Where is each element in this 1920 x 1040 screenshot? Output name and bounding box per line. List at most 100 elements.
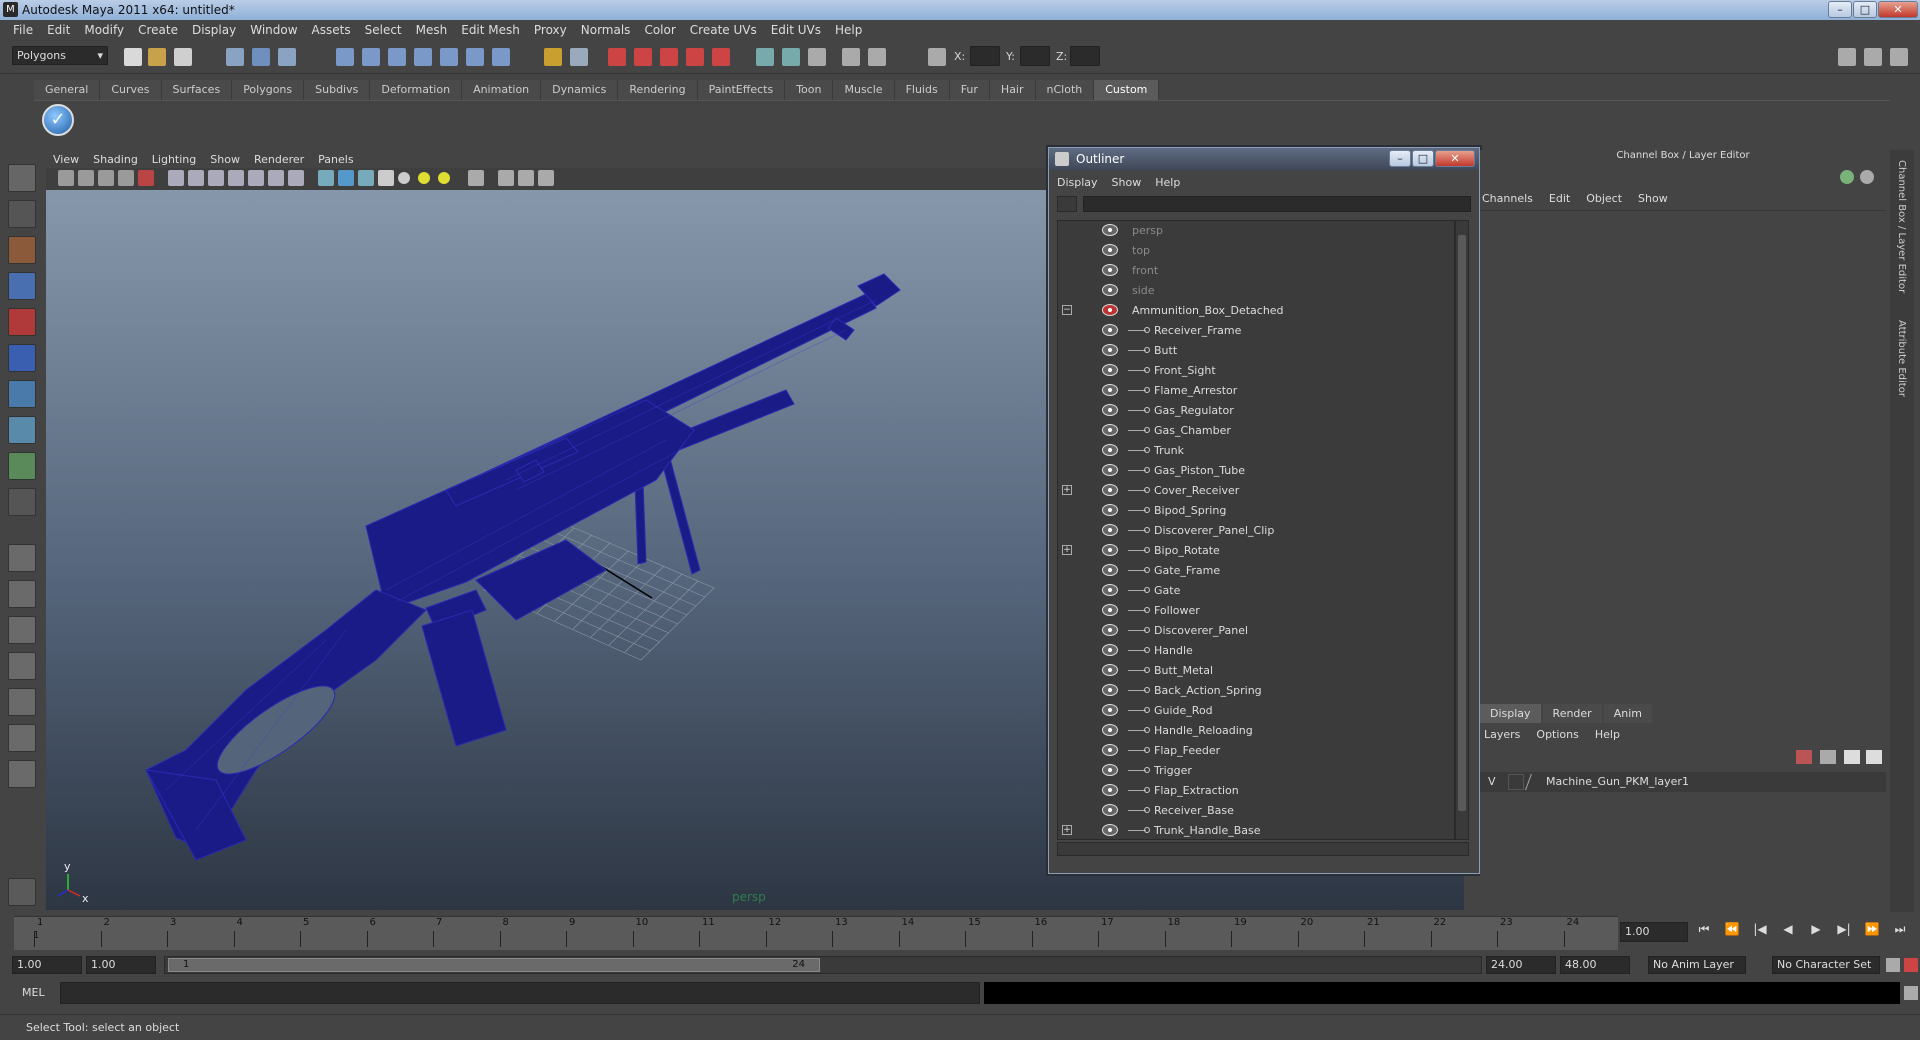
shelf-tab-fur[interactable]: Fur	[949, 80, 990, 100]
scale-tool-icon[interactable]	[8, 344, 36, 372]
outliner-camera-row[interactable]: top	[1058, 241, 1454, 261]
layer-color-swatch[interactable]	[1525, 774, 1545, 790]
shelf-tab-ncloth[interactable]: nCloth	[1035, 80, 1095, 100]
command-language-toggle[interactable]: MEL	[22, 986, 45, 999]
menu-file[interactable]: File	[6, 23, 40, 37]
select-tool-icon[interactable]	[8, 164, 36, 192]
viewport-menu-show[interactable]: Show	[203, 153, 247, 166]
transform-mode-icon[interactable]	[928, 48, 946, 66]
layout-menu-icon[interactable]	[8, 760, 36, 788]
menu-window[interactable]: Window	[243, 23, 304, 37]
soft-modification-tool-icon[interactable]	[8, 416, 36, 444]
select-camera-icon[interactable]	[58, 170, 74, 186]
new-layer-from-selection-icon[interactable]	[1820, 750, 1836, 764]
go-to-start-button[interactable]: ⏮	[1694, 922, 1714, 937]
lock-icon[interactable]	[544, 48, 562, 66]
menu-help[interactable]: Help	[828, 23, 869, 37]
layer-menu-help[interactable]: Help	[1595, 728, 1620, 741]
shadows-icon[interactable]	[438, 172, 450, 184]
outliner-menu-display[interactable]: Display	[1057, 176, 1098, 189]
two-d-pan-zoom-icon[interactable]	[138, 170, 154, 186]
wireframe-icon[interactable]	[318, 170, 334, 186]
playback-start-field[interactable]: 1.00	[86, 956, 156, 974]
outliner-mesh-row[interactable]: Discoverer_Panel	[1058, 621, 1454, 641]
outliner-group-row[interactable]: − Ammunition_Box_Detached	[1058, 301, 1454, 321]
outliner-mesh-row[interactable]: Flame_Arrestor	[1058, 381, 1454, 401]
outliner-menu-help[interactable]: Help	[1155, 176, 1180, 189]
expand-icon[interactable]: +	[1062, 825, 1072, 835]
smooth-shade-icon[interactable]	[338, 170, 354, 186]
x-field[interactable]	[970, 46, 1000, 66]
menu-color[interactable]: Color	[637, 23, 682, 37]
command-input[interactable]	[60, 982, 980, 1004]
isolate-select-icon[interactable]	[468, 170, 484, 186]
step-back-frame-button[interactable]: |◀	[1750, 922, 1770, 937]
z-field[interactable]	[1070, 46, 1100, 66]
outliner-filter-input[interactable]	[1083, 196, 1471, 212]
outliner-mesh-row[interactable]: Trigger	[1058, 761, 1454, 781]
universal-manipulator-icon[interactable]	[8, 380, 36, 408]
viewport-menu-lighting[interactable]: Lighting	[145, 153, 203, 166]
auto-key-icon[interactable]	[1886, 958, 1900, 972]
outliner-mesh-row[interactable]: Back_Action_Spring	[1058, 681, 1454, 701]
go-to-end-button[interactable]: ⏭	[1890, 922, 1910, 937]
shelf-tab-curves[interactable]: Curves	[100, 80, 162, 100]
outliner-mesh-row[interactable]: Discoverer_Panel_Clip	[1058, 521, 1454, 541]
shelf-tab-custom[interactable]: Custom	[1094, 80, 1160, 100]
default-lighting-icon[interactable]	[398, 172, 410, 184]
outliner-mesh-row[interactable]: Gate_Frame	[1058, 561, 1454, 581]
outliner-mesh-row[interactable]: Handle_Reloading	[1058, 721, 1454, 741]
outliner-mesh-row[interactable]: Flap_Feeder	[1058, 741, 1454, 761]
input-line-icon[interactable]	[756, 48, 774, 66]
relative-transform-icon[interactable]	[782, 48, 800, 66]
layer-tab-render[interactable]: Render	[1542, 704, 1602, 723]
shelf-tab-animation[interactable]: Animation	[462, 80, 542, 100]
shelf-tab-dynamics[interactable]: Dynamics	[541, 80, 619, 100]
checkmark-icon[interactable]: ✓	[42, 104, 74, 136]
hypershade-layout-icon[interactable]	[8, 688, 36, 716]
cb-menu-edit[interactable]: Edit	[1549, 192, 1570, 205]
move-tool-icon[interactable]	[8, 272, 36, 300]
outliner-mesh-row[interactable]: Trunk	[1058, 441, 1454, 461]
expand-icon[interactable]: +	[1062, 485, 1072, 495]
settings-icon[interactable]	[1890, 48, 1908, 66]
snap-curve-icon[interactable]	[362, 48, 380, 66]
make-live-icon[interactable]	[440, 48, 458, 66]
y-field[interactable]	[1020, 46, 1050, 66]
film-gate-icon[interactable]	[188, 170, 204, 186]
layer-tab-display[interactable]: Display	[1480, 704, 1541, 723]
graph-editor-layout-icon[interactable]	[8, 652, 36, 680]
outliner-mesh-row[interactable]: + Cover_Receiver	[1058, 481, 1454, 501]
render-settings-icon[interactable]	[660, 48, 678, 66]
collapse-icon[interactable]: −	[1062, 305, 1072, 315]
playback-end-field[interactable]: 24.00	[1486, 956, 1556, 974]
animation-end-field[interactable]: 48.00	[1560, 956, 1630, 974]
wireframe-on-shaded-icon[interactable]	[358, 170, 374, 186]
rotate-tool-icon[interactable]	[8, 308, 36, 336]
shelf-tab-general[interactable]: General	[34, 80, 101, 100]
menu-display[interactable]: Display	[185, 23, 243, 37]
step-forward-key-button[interactable]: ⏩	[1862, 922, 1882, 937]
cb-menu-show[interactable]: Show	[1638, 192, 1668, 205]
share-icon[interactable]	[538, 170, 554, 186]
outliner-mesh-row[interactable]: Gas_Regulator	[1058, 401, 1454, 421]
attribute-icon[interactable]	[1860, 170, 1874, 184]
last-tool-icon[interactable]	[8, 488, 36, 516]
show-manipulator-icon[interactable]	[8, 452, 36, 480]
side-tab-attribute-editor[interactable]: Attribute Editor	[1896, 320, 1907, 397]
layer-tab-anim[interactable]: Anim	[1603, 704, 1652, 723]
outliner-mesh-row[interactable]: Butt_Metal	[1058, 661, 1454, 681]
help-icon[interactable]	[492, 48, 510, 66]
paint-select-tool-icon[interactable]	[8, 236, 36, 264]
display-layer-row[interactable]: V Machine_Gun_PKM_layer1	[1480, 772, 1886, 792]
shelf-tab-toon[interactable]: Toon	[785, 80, 834, 100]
menu-edit-mesh[interactable]: Edit Mesh	[454, 23, 527, 37]
ipr-render-icon[interactable]	[634, 48, 652, 66]
render-view-icon[interactable]	[712, 48, 730, 66]
close-button[interactable]: ✕	[1878, 1, 1918, 18]
viewport-menu-renderer[interactable]: Renderer	[247, 153, 311, 166]
menu-modify[interactable]: Modify	[77, 23, 131, 37]
layer-menu-options[interactable]: Options	[1536, 728, 1578, 741]
script-editor-layout-icon[interactable]	[8, 724, 36, 752]
select-by-component-icon[interactable]	[278, 48, 296, 66]
